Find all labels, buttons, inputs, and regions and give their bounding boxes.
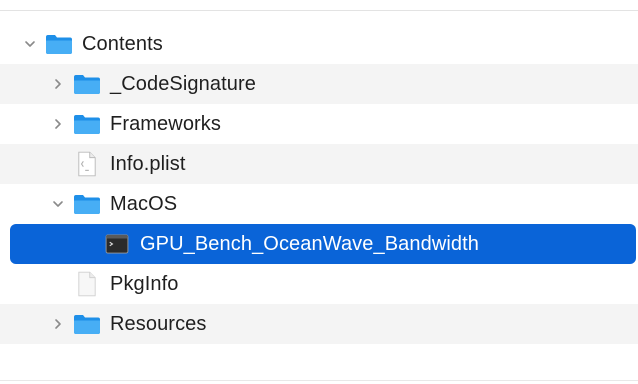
folder-icon [44, 31, 74, 57]
tree-row-pkginfo[interactable]: PkgInfo [0, 264, 638, 304]
chevron-down-icon[interactable] [50, 196, 66, 212]
tree-row-frameworks[interactable]: Frameworks [0, 104, 638, 144]
chevron-right-icon[interactable] [50, 316, 66, 332]
tree-item-label: MacOS [110, 192, 178, 215]
tree-row-gpu-bench-selected[interactable]: GPU_Bench_OceanWave_Bandwidth [10, 224, 636, 264]
tree-item-label: Resources [110, 312, 207, 335]
tree-item-label: GPU_Bench_OceanWave_Bandwidth [140, 232, 480, 255]
executable-icon [102, 231, 132, 257]
tree-row-macos[interactable]: MacOS [0, 184, 638, 224]
chevron-right-icon[interactable] [50, 116, 66, 132]
chevron-down-icon[interactable] [22, 36, 38, 52]
chevron-right-icon[interactable] [50, 76, 66, 92]
tree-row-contents[interactable]: Contents [0, 24, 638, 64]
tree-row-info-plist[interactable]: Info.plist [0, 144, 638, 184]
tree-row-codesignature[interactable]: _CodeSignature [0, 64, 638, 104]
tree-item-label: Frameworks [110, 112, 222, 135]
blank-file-icon [72, 271, 102, 297]
folder-icon [72, 71, 102, 97]
plist-file-icon [72, 151, 102, 177]
tree-item-label: Info.plist [110, 152, 186, 175]
tree-item-label: Contents [82, 32, 163, 55]
folder-icon [72, 311, 102, 337]
tree-row-resources[interactable]: Resources [0, 304, 638, 344]
top-divider [0, 10, 638, 11]
tree-item-label: PkgInfo [110, 272, 179, 295]
bottom-divider [0, 380, 638, 381]
tree-item-label: _CodeSignature [110, 72, 256, 95]
folder-icon [72, 111, 102, 137]
folder-icon [72, 191, 102, 217]
